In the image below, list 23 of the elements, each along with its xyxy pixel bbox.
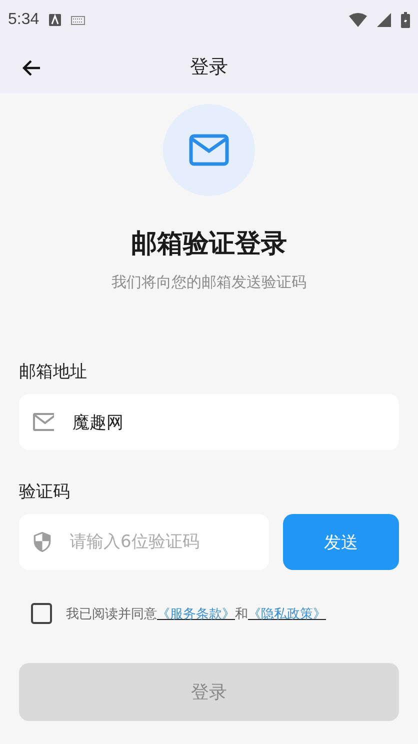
shield-icon [33, 529, 52, 555]
field-label: 验证码 [19, 481, 71, 503]
privacy-link[interactable]: 《隐私政策》 [248, 606, 326, 622]
notification-icon [49, 14, 62, 26]
code-field[interactable]: 请输入6位验证码 [19, 514, 269, 570]
keyboard-icon [71, 16, 86, 24]
agreement-text: 我已阅读并同意《服务条款》和《隐私政策》 [66, 606, 326, 622]
code-input[interactable]: 请输入6位验证码 [68, 531, 255, 553]
page-title: 登录 [190, 54, 228, 80]
status-time: 5:34 [8, 11, 40, 29]
email-input[interactable]: 魔趣网 [70, 411, 385, 433]
mail-icon [189, 134, 229, 166]
email-field[interactable]: 魔趣网 [19, 394, 399, 450]
subtitle: 我们将向您的邮箱发送验证码 [110, 273, 308, 292]
signal-icon [377, 13, 391, 27]
field-label: 邮箱地址 [19, 361, 88, 383]
mail-icon [33, 413, 54, 431]
agree-checkbox[interactable] [31, 603, 52, 624]
terms-link[interactable]: 《服务条款》 [157, 606, 235, 622]
heading: 邮箱验证登录 [130, 228, 288, 261]
send-button[interactable]: 发送 [283, 514, 399, 570]
wifi-icon [349, 13, 367, 27]
battery-icon [401, 12, 410, 28]
